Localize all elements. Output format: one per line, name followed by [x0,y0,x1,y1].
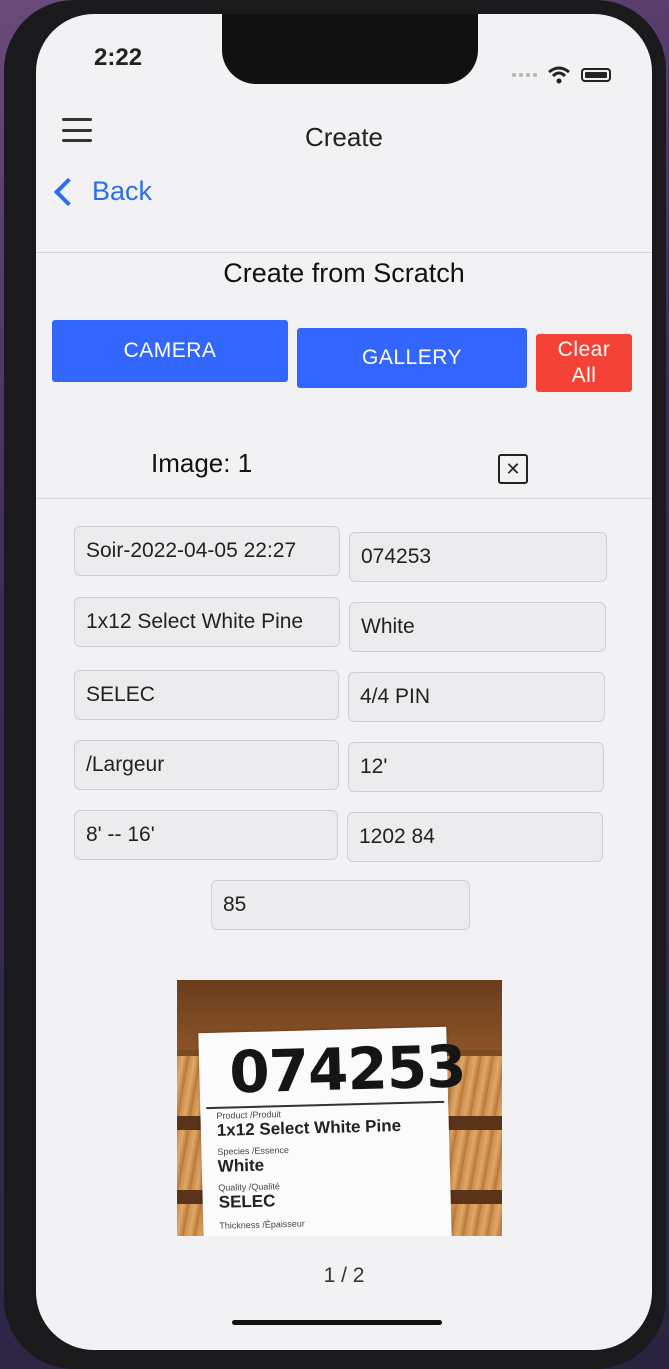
back-button[interactable]: Back [48,176,152,207]
section-title: Create from Scratch [223,258,465,288]
clear-label-line2: All [571,364,597,387]
app-screen: 2:22 Create Back Create from Scratch CAM… [36,14,652,1350]
wifi-icon [548,66,570,84]
clear-label-line1: Clear [557,338,611,361]
date-field[interactable]: Soir-2022-04-05 22:27 [74,526,340,576]
width-field[interactable]: /Largeur [74,740,339,790]
length-range-field[interactable]: 8' -- 16' [74,810,338,860]
tag-number-field[interactable]: 074253 [349,532,607,582]
back-label: Back [92,176,153,206]
signal-icon [512,73,537,77]
thickness-field[interactable]: 4/4 PIN [348,672,605,722]
length-field[interactable]: 12' [348,742,604,792]
quality-field[interactable]: SELEC [74,670,339,720]
count-field[interactable]: 85 [211,880,470,930]
camera-button[interactable]: CAMERA [52,320,288,382]
phone-frame: 2:22 Create Back Create from Scratch CAM… [4,0,666,1369]
close-icon[interactable]: ✕ [498,454,528,484]
tag-quality-value: SELEC [218,1191,276,1212]
notch [222,14,478,84]
page-indicator: 1 / 2 [323,1264,365,1287]
tag-number: 074253 [228,1032,467,1107]
page-title: Create [304,122,384,152]
gallery-button[interactable]: GALLERY [297,328,527,388]
battery-icon [581,68,611,82]
species-field[interactable]: White [349,602,606,652]
lumber-tag: 074253 Product /Produit 1x12 Select Whit… [198,1026,466,1236]
tag-species-value: White [217,1155,265,1176]
status-indicators [512,66,611,84]
status-time: 2:22 [94,44,143,71]
navigation-bar: Create [36,100,652,170]
product-field[interactable]: 1x12 Select White Pine [74,597,340,647]
tag-product-value: 1x12 Select White Pine [216,1116,402,1140]
chevron-left-icon [53,177,83,206]
image-header: Image: 1 [151,448,253,478]
tag-thickness-label: Thickness /Épaisseur [219,1218,305,1231]
clear-all-button[interactable]: Clear All [536,334,632,392]
divider [36,252,652,253]
measure-field[interactable]: 1202 84 [347,812,603,862]
home-indicator[interactable] [232,1320,442,1325]
label-photo[interactable]: 074253 Product /Produit 1x12 Select Whit… [177,980,502,1236]
divider [36,498,652,499]
